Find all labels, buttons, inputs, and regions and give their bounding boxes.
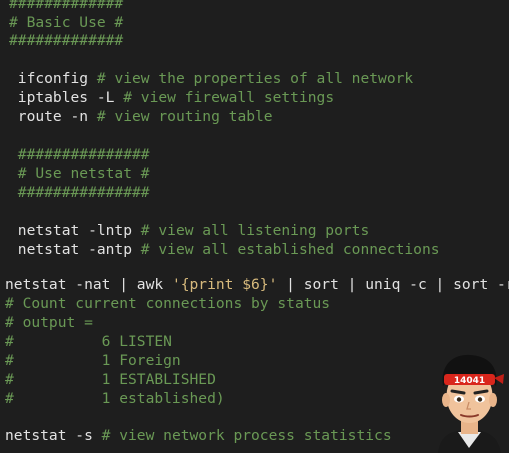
code-command: ifconfig <box>9 69 97 87</box>
code-line: # output = <box>5 313 93 332</box>
code-comment: # output = <box>5 314 93 331</box>
avatar: 14041 <box>430 350 509 453</box>
code-line: # Basic Use # <box>9 13 123 32</box>
code-comment: # view network process statistics <box>101 427 392 444</box>
code-command: | sort | uniq -c | sort -rn <box>277 276 509 293</box>
code-line: ############# <box>9 31 123 50</box>
code-comment: # 1 established) <box>5 390 225 407</box>
code-line: # Count current connections by status <box>5 294 330 313</box>
code-line: netstat -antp # view all established con… <box>9 240 440 259</box>
code-line: ifconfig # view the properties of all ne… <box>9 69 413 88</box>
code-comment: # view firewall settings <box>123 88 335 106</box>
code-comment: # view all established connections <box>140 241 440 258</box>
code-comment: # 6 LISTEN <box>5 333 172 350</box>
code-line: # 1 ESTABLISHED <box>5 370 216 389</box>
code-line: netstat -s # view network process statis… <box>5 426 392 445</box>
code-command: netstat -s <box>5 427 102 444</box>
code-string: '{print $6}' <box>171 276 278 293</box>
code-line: iptables -L # view firewall settings <box>9 88 334 107</box>
code-command: netstat -nat | awk <box>5 276 172 293</box>
code-line: ############# <box>9 0 123 13</box>
code-line: netstat -nat | awk '{print $6}' | sort |… <box>5 275 509 294</box>
code-comment: ############# <box>9 32 124 49</box>
code-comment: # Count current connections by status <box>5 295 331 312</box>
code-comment: # view all listening ports <box>140 222 370 239</box>
code-line: # 6 LISTEN <box>5 332 172 351</box>
code-comment: ############# <box>9 0 124 12</box>
code-comment: # Use netstat # <box>9 165 150 182</box>
code-command: iptables -L <box>9 88 124 106</box>
code-command: netstat -lntp <box>9 222 141 239</box>
code-line: ############### <box>9 183 150 202</box>
code-command: route -n <box>9 108 97 125</box>
code-line: ############### <box>9 145 150 164</box>
code-line: # 1 established) <box>5 389 225 408</box>
code-comment: ############### <box>9 145 150 163</box>
code-line: # Use netstat # <box>9 164 150 183</box>
code-comment: # view the properties of all network <box>96 69 414 87</box>
code-line: # 1 Foreign <box>5 351 181 370</box>
code-comment: ############### <box>9 184 150 201</box>
avatar-badge-text: 14041 <box>454 376 485 386</box>
code-comment: # 1 Foreign <box>5 352 181 369</box>
code-line: netstat -lntp # view all listening ports <box>9 221 369 240</box>
code-comment: # Basic Use # <box>9 13 124 31</box>
code-line: route -n # view routing table <box>9 107 273 126</box>
code-comment: # view routing table <box>96 108 273 125</box>
code-comment: # 1 ESTABLISHED <box>5 371 216 388</box>
code-command: netstat -antp <box>9 241 141 258</box>
